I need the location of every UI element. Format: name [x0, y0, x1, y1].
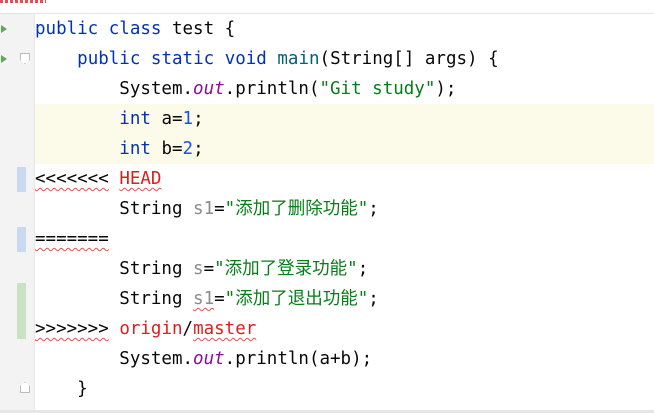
run-arrow-icon[interactable]	[1, 55, 7, 63]
code-token: "添加了退出功能"	[224, 289, 369, 309]
code-line[interactable]: >>>>>>> origin/master	[35, 314, 654, 344]
code-token: "Git study"	[319, 79, 436, 99]
code-token: s	[193, 259, 204, 279]
code-token: HEAD	[119, 169, 162, 189]
code-token: (String[] args) {	[319, 49, 499, 69]
code-token: public	[35, 19, 109, 39]
code-line[interactable]: String s1="添加了删除功能";	[35, 194, 654, 224]
code-token: String	[35, 289, 194, 309]
code-token: b=	[161, 139, 183, 159]
code-token: out	[193, 349, 225, 369]
code-token: s1	[193, 289, 215, 309]
code-token: System.	[35, 79, 194, 99]
code-token: String	[35, 199, 194, 219]
code-token: ;	[357, 259, 369, 279]
top-strip	[0, 0, 654, 14]
code-token: ;	[368, 199, 379, 219]
code-token: /	[182, 319, 194, 339]
vcs-change-marker[interactable]	[17, 167, 26, 192]
code-token: =======	[35, 229, 109, 249]
code-line[interactable]: int b=2;	[35, 134, 654, 164]
code-line[interactable]: System.out.println(a+b);	[35, 344, 654, 374]
code-token: 2	[182, 139, 194, 159]
fold-marker-icon[interactable]	[20, 53, 30, 64]
code-line[interactable]: String s="添加了登录功能";	[35, 254, 654, 284]
code-token: .println(a+b);	[224, 349, 373, 369]
code-token: main	[277, 49, 320, 69]
code-token: public	[77, 49, 151, 69]
code-line[interactable]: <<<<<<< HEAD	[35, 164, 654, 194]
code-token: }	[35, 379, 88, 399]
code-token: ;	[193, 109, 204, 129]
code-token: out	[193, 79, 225, 99]
code-token: "添加了登录功能"	[214, 259, 358, 279]
code-line[interactable]: public static void main(String[] args) {	[35, 44, 654, 74]
code-token: );	[435, 79, 457, 99]
code-token: =	[214, 199, 225, 219]
code-token: System.	[35, 349, 194, 369]
code-token: int	[119, 139, 162, 159]
vcs-added-marker[interactable]	[17, 283, 26, 339]
code-line[interactable]: public class test {	[35, 14, 654, 44]
code-token: String	[35, 259, 194, 279]
code-token: static	[150, 49, 225, 69]
code-token: class	[108, 19, 172, 39]
code-token: 1	[182, 109, 194, 129]
code-line[interactable]: =======	[35, 224, 654, 254]
fold-marker-icon[interactable]	[20, 382, 30, 393]
code-token: =	[203, 259, 215, 279]
code-token: .println(	[224, 79, 320, 99]
code-token: "添加了删除功能"	[224, 199, 369, 219]
vcs-change-marker[interactable]	[17, 227, 26, 252]
code-line[interactable]: int a=1;	[35, 104, 654, 134]
code-line[interactable]: System.out.println("Git study");	[35, 74, 654, 104]
code-token: ;	[193, 139, 204, 159]
code-line[interactable]: String s1="添加了退出功能";	[35, 284, 654, 314]
code-editor[interactable]: public class test { public static void m…	[35, 14, 654, 410]
code-token: =	[214, 289, 225, 309]
code-token: ;	[368, 289, 379, 309]
code-token: master	[193, 319, 257, 339]
code-line[interactable]: }	[35, 374, 654, 404]
code-token: <<<<<<<	[35, 169, 109, 189]
editor-gutter[interactable]	[0, 14, 35, 410]
code-token: int	[119, 109, 162, 129]
code-token: void	[224, 49, 278, 69]
code-token: origin	[119, 319, 183, 339]
code-token: >>>>>>>	[35, 319, 109, 339]
run-arrow-icon[interactable]	[1, 25, 7, 33]
code-token: a=	[161, 109, 183, 129]
code-token: test {	[171, 19, 236, 39]
error-underline-fragment	[0, 0, 46, 3]
code-token: s1	[193, 199, 215, 219]
